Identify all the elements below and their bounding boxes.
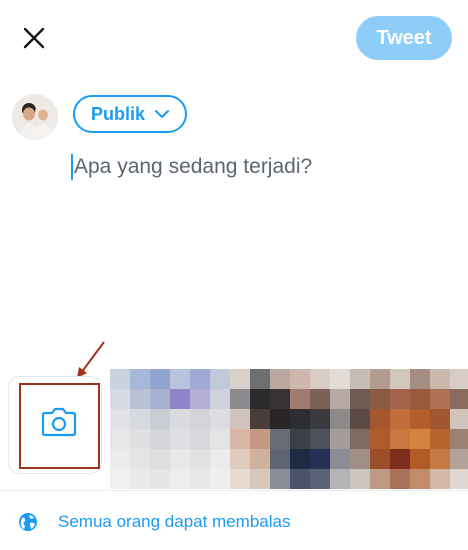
avatar-image [12,94,58,140]
camera-icon [41,407,77,437]
reply-setting-button[interactable]: Semua orang dapat membalas [18,512,290,532]
tweet-placeholder: Apa yang sedang terjadi? [74,155,313,178]
avatar[interactable] [12,94,58,140]
close-icon [23,27,45,49]
globe-icon [19,513,37,531]
audience-label: Publik [90,103,145,124]
audience-selector[interactable]: Publik [73,95,187,133]
camera-button[interactable] [8,376,102,474]
gallery-thumbnails [110,369,468,489]
text-caret [71,154,73,180]
chevron-down-icon [155,110,169,118]
close-button[interactable] [18,22,50,54]
reply-setting-label: Semua orang dapat membalas [58,512,291,531]
tweet-button[interactable]: Tweet [356,16,452,60]
tweet-text-input[interactable]: Apa yang sedang terjadi? [71,152,312,182]
annotation-arrow [77,341,105,378]
media-gallery[interactable] [110,369,468,489]
divider [0,490,468,491]
